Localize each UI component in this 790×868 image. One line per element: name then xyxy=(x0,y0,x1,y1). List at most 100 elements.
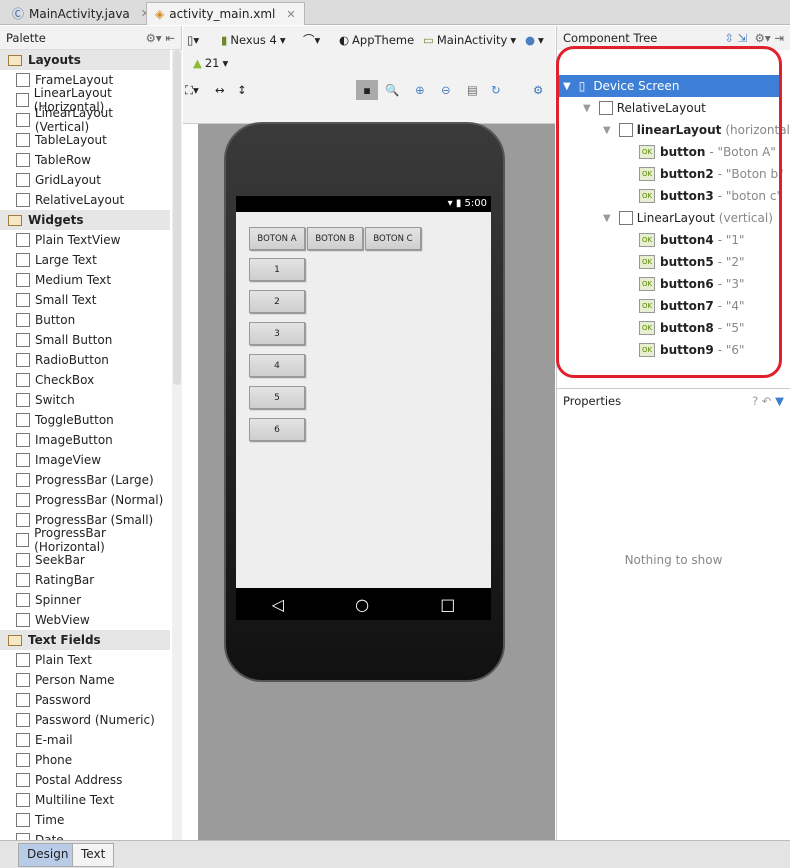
refresh-icon[interactable]: ↻ xyxy=(491,80,501,100)
widget-icon xyxy=(16,493,30,507)
palette-item[interactable]: Large Text xyxy=(0,250,170,270)
palette-item[interactable]: Medium Text xyxy=(0,270,170,290)
home-icon[interactable]: ○ xyxy=(355,595,369,614)
palette-item[interactable]: Time xyxy=(0,810,170,830)
device-button[interactable]: 5 xyxy=(249,386,305,409)
palette-item[interactable]: ProgressBar (Normal) xyxy=(0,490,170,510)
tab-design[interactable]: Design xyxy=(18,843,78,867)
device-screen[interactable]: ▾ ▮ 5:00 BOTON A BOTON B BOTON C 1 2 3 4 5 6 ◁ ○ □ xyxy=(236,196,491,620)
theme-select[interactable]: ◐ AppTheme xyxy=(339,30,414,50)
component-tree-title: Component Tree xyxy=(563,31,658,45)
gear-icon: ⚙▾ ⇥ xyxy=(754,31,784,45)
palette-item[interactable]: Password (Numeric) xyxy=(0,710,170,730)
widget-icon xyxy=(16,253,30,267)
expand-collapse-icon[interactable]: ⇳ ⇲ ⚙▾ ⇥ xyxy=(724,31,784,45)
palette-item[interactable]: ProgressBar (Large) xyxy=(0,470,170,490)
pan-toggle[interactable]: ▪ xyxy=(356,80,378,100)
widget-icon xyxy=(16,473,30,487)
highlight-annotation xyxy=(556,46,782,378)
widget-icon xyxy=(16,533,30,547)
palette-scrollbar[interactable] xyxy=(172,50,182,840)
widget-icon xyxy=(16,553,30,567)
palette-item[interactable]: Plain TextView xyxy=(0,230,170,250)
gear-icon[interactable]: ⚙▾ ⇤ xyxy=(146,31,175,45)
widget-icon xyxy=(16,673,30,687)
palette-item[interactable]: ImageView xyxy=(0,450,170,470)
device-button[interactable]: BOTON B xyxy=(307,227,363,250)
device-button[interactable]: 3 xyxy=(249,322,305,345)
java-class-icon: Ⓒ xyxy=(12,7,25,21)
palette-item[interactable]: Small Button xyxy=(0,330,170,350)
activity-select[interactable]: ▭ MainActivity ▾ xyxy=(423,30,516,50)
folder-icon xyxy=(8,634,22,646)
palette-item[interactable]: Phone xyxy=(0,750,170,770)
palette-item[interactable]: RatingBar xyxy=(0,570,170,590)
widget-icon xyxy=(16,513,30,527)
widget-icon xyxy=(16,153,30,167)
screenshot-icon[interactable]: ▤ xyxy=(467,80,478,100)
palette-item[interactable]: Password xyxy=(0,690,170,710)
back-icon[interactable]: ◁ xyxy=(272,595,284,614)
palette-item[interactable]: Person Name xyxy=(0,670,170,690)
palette-item[interactable]: ProgressBar (Horizontal) xyxy=(0,526,170,554)
palette-item[interactable]: Switch xyxy=(0,390,170,410)
palette-item[interactable]: Button xyxy=(0,310,170,330)
widget-icon xyxy=(16,193,30,207)
palette-item[interactable]: RelativeLayout xyxy=(0,190,170,210)
palette-item[interactable]: ImageButton xyxy=(0,430,170,450)
palette-item[interactable]: ToggleButton xyxy=(0,410,170,430)
settings-icon[interactable]: ⚙ xyxy=(533,80,543,100)
palette-item[interactable]: Spinner xyxy=(0,590,170,610)
device-button[interactable]: BOTON A xyxy=(249,227,305,250)
properties-tools-icon[interactable]: ? ↶ ▼ xyxy=(752,394,784,408)
zoom-out-icon[interactable]: ⊖ xyxy=(441,80,451,100)
close-icon[interactable]: ✕ xyxy=(286,8,295,21)
activity-icon: ▭ xyxy=(423,33,434,47)
widget-icon xyxy=(16,353,30,367)
palette-item[interactable]: GridLayout xyxy=(0,170,170,190)
zoom-in-icon[interactable]: ⊕ xyxy=(415,80,425,100)
palette-item[interactable]: RadioButton xyxy=(0,350,170,370)
device-button[interactable]: 6 xyxy=(249,418,305,441)
zoom-fit-button[interactable]: ⛶▾ xyxy=(185,80,199,100)
orientation-button[interactable]: ⌒▾ xyxy=(303,30,320,50)
palette-item[interactable]: Small Text xyxy=(0,290,170,310)
palette-item[interactable]: WebView xyxy=(0,610,170,630)
palette-item[interactable]: CheckBox xyxy=(0,370,170,390)
palette-group[interactable]: Text Fields xyxy=(0,630,170,650)
device-button[interactable]: 2 xyxy=(249,290,305,313)
tab-mainactivity-java[interactable]: ⒸMainActivity.java✕ xyxy=(4,2,158,25)
device-config-button[interactable]: ▯▾ xyxy=(187,30,199,50)
widget-icon xyxy=(16,693,30,707)
palette-group[interactable]: Layouts xyxy=(0,50,170,70)
palette-item[interactable]: Postal Address xyxy=(0,770,170,790)
fit-height-icon[interactable]: ↕ xyxy=(237,80,247,100)
palette-item[interactable]: Plain Text xyxy=(0,650,170,670)
device-button[interactable]: 1 xyxy=(249,258,305,281)
zoom-actual-icon[interactable]: 🔍 xyxy=(385,80,399,100)
designer-toolbar: ▯▾ ▮ Nexus 4 ▾ ⌒▾ ◐ AppTheme ▭ MainActivity ▾… xyxy=(183,26,555,124)
palette-item[interactable]: Multiline Text xyxy=(0,790,170,810)
api-level-select[interactable]: ▲ 21 ▾ xyxy=(193,53,228,73)
tab-activity-main-xml[interactable]: ◈ activity_main.xml ✕ xyxy=(146,2,305,25)
folder-icon xyxy=(8,54,22,66)
device-button[interactable]: 4 xyxy=(249,354,305,377)
widget-icon xyxy=(16,173,30,187)
palette-item[interactable]: E-mail xyxy=(0,730,170,750)
palette-group[interactable]: Widgets xyxy=(0,210,170,230)
widget-icon xyxy=(16,733,30,747)
tab-text[interactable]: Text xyxy=(72,843,115,867)
fit-width-icon[interactable]: ↔ xyxy=(215,80,225,100)
palette-item[interactable]: Date xyxy=(0,830,170,840)
palette-item[interactable]: TableRow xyxy=(0,150,170,170)
device-select[interactable]: ▮ Nexus 4 ▾ xyxy=(221,30,286,50)
widget-icon xyxy=(16,813,30,827)
widget-icon xyxy=(16,453,30,467)
widget-icon xyxy=(16,113,30,127)
locale-select[interactable]: ● ▾ xyxy=(525,30,544,50)
widget-icon xyxy=(16,333,30,347)
palette-item[interactable]: LinearLayout (Vertical) xyxy=(0,106,170,134)
device-button[interactable]: BOTON C xyxy=(365,227,421,250)
widget-icon xyxy=(16,833,30,840)
recents-icon[interactable]: □ xyxy=(440,595,455,614)
